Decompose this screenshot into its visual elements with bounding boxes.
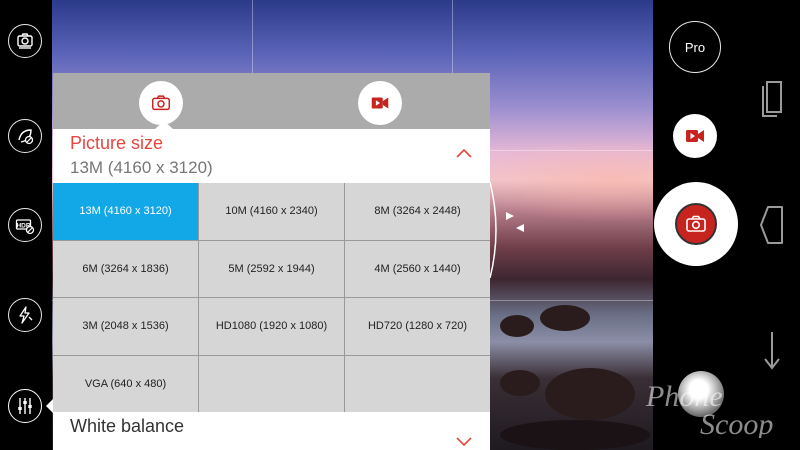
settings-tabs <box>53 73 490 129</box>
exposure-arc[interactable] <box>488 180 528 280</box>
picture-size-options: 13M (4160 x 3120) 10M (4160 x 2340) 8M (… <box>53 183 490 412</box>
pro-mode-button[interactable]: Pro <box>669 21 721 73</box>
shutter-button[interactable] <box>654 182 738 266</box>
sliders-icon <box>18 398 32 414</box>
hdr-off-icon: HDR <box>15 219 35 235</box>
left-toolbar: HDR <box>0 0 54 450</box>
record-video-button[interactable] <box>673 114 717 158</box>
camera-icon <box>686 215 706 232</box>
tab-indicator <box>155 121 173 129</box>
white-balance-title: White balance <box>70 416 185 436</box>
pro-label: Pro <box>684 39 706 55</box>
size-option[interactable]: 8M (3264 x 2448) <box>345 183 490 240</box>
scene-rock <box>545 368 635 420</box>
back-button[interactable] <box>758 328 786 372</box>
size-option[interactable]: 3M (2048 x 1536) <box>53 298 198 355</box>
camera-switch-icon <box>17 33 33 49</box>
chevron-down-icon[interactable] <box>455 436 473 448</box>
picture-size-value: 13M (4160 x 3120) <box>70 158 213 177</box>
flash-off-icon <box>19 306 33 324</box>
recent-apps-icon <box>762 81 782 117</box>
flash-button[interactable] <box>8 298 42 332</box>
size-option[interactable]: 4M (2560 x 1440) <box>345 240 490 297</box>
settings-panel: Picture size 13M (4160 x 3120) 13M (4160… <box>53 73 490 450</box>
picture-size-header[interactable]: Picture size 13M (4160 x 3120) <box>53 129 490 239</box>
back-arrow-icon <box>764 332 780 370</box>
size-option[interactable]: VGA (640 x 480) <box>53 355 198 412</box>
scene-rock <box>500 370 540 396</box>
recent-apps-button[interactable] <box>758 76 786 120</box>
camera-icon <box>152 95 170 111</box>
size-option[interactable]: 10M (4160 x 2340) <box>199 183 344 240</box>
size-option[interactable]: 6M (3264 x 1836) <box>53 240 198 297</box>
picture-size-title: Picture size <box>70 133 164 153</box>
size-option[interactable]: HD1080 (1920 x 1080) <box>199 298 344 355</box>
home-button[interactable] <box>758 203 786 247</box>
size-option[interactable]: 13M (4160 x 3120) <box>53 183 198 240</box>
home-icon <box>760 206 783 244</box>
video-camera-icon <box>371 97 389 109</box>
tab-photo-settings[interactable] <box>139 81 183 125</box>
settings-button[interactable] <box>8 389 42 423</box>
camera-switch-button[interactable] <box>8 24 42 58</box>
video-camera-icon <box>686 130 704 142</box>
watermark-logo: Phone Scoop <box>645 380 773 438</box>
empty-cell <box>199 355 344 412</box>
scene-rock <box>500 315 534 337</box>
empty-cell <box>345 355 490 412</box>
chevron-up-icon[interactable] <box>455 147 473 159</box>
hdr-button[interactable]: HDR <box>8 208 42 242</box>
scene-rock <box>500 420 650 450</box>
size-option[interactable]: HD720 (1280 x 720) <box>345 298 490 355</box>
tab-video-settings[interactable] <box>358 81 402 125</box>
shutter-core <box>675 203 717 245</box>
beautify-off-icon <box>18 129 34 145</box>
svg-text:Scoop: Scoop <box>700 408 773 438</box>
scene-rock <box>540 305 590 331</box>
size-option[interactable]: 5M (2592 x 1944) <box>199 240 344 297</box>
white-balance-header[interactable]: White balance <box>53 412 490 450</box>
beautify-button[interactable] <box>8 119 42 153</box>
